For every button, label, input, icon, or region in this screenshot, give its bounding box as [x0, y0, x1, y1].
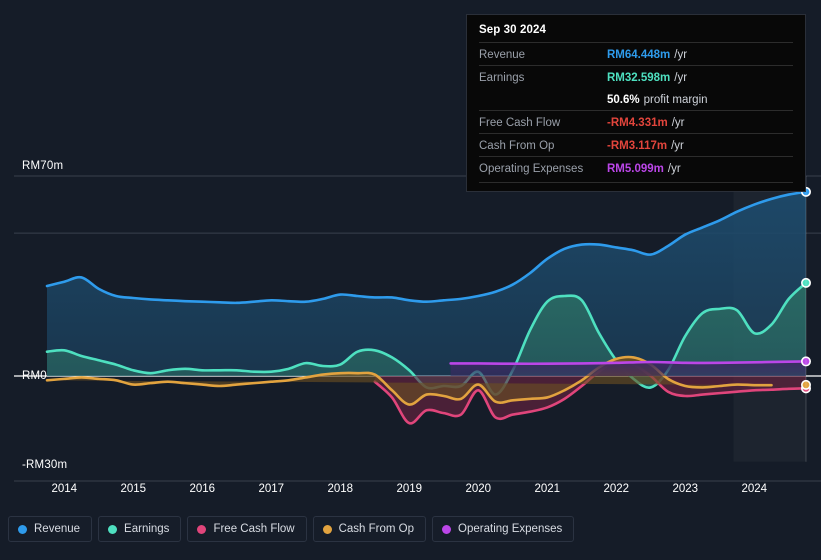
y-axis-label-zero: RM0 — [22, 370, 47, 382]
legend-item-label: Cash From Op — [338, 523, 415, 535]
tooltip-date: Sep 30 2024 — [479, 24, 546, 36]
legend-item-free-cash-flow[interactable]: Free Cash Flow — [187, 516, 307, 542]
x-axis-tick-2015: 2015 — [120, 483, 147, 495]
tooltip-row-value-group: RM32.598m/yr — [607, 68, 687, 86]
x-axis-tick-2023: 2023 — [672, 483, 699, 495]
tooltip-row-value: RM32.598m — [607, 72, 671, 84]
tooltip-rows: Revenue RM64.448m/yr Earnings RM32.598m/yr 5… — [479, 42, 793, 179]
x-axis-tick-2019: 2019 — [396, 483, 423, 495]
x-axis-tick-2022: 2022 — [603, 483, 630, 495]
tooltip-row-value-group: 50.6% profit margin — [607, 90, 708, 108]
legend-color-dot-icon — [322, 524, 332, 534]
tooltip-row-value: RM64.448m — [607, 49, 671, 61]
tooltip-row: Earnings RM32.598m/yr — [479, 65, 793, 88]
tooltip-row-unit: /yr — [674, 72, 688, 84]
tooltip-row-label: Revenue — [479, 49, 526, 61]
x-axis: 2014 2015 2016 2017 2018 2019 2020 2021 2022 2023… — [0, 483, 821, 503]
legend-item-label: Free Cash Flow — [213, 523, 295, 535]
y-axis-label-top: RM70m — [22, 160, 64, 172]
legend-item-label: Revenue — [34, 523, 81, 535]
tooltip-row: Operating Expenses RM5.099m/yr — [479, 156, 793, 179]
financial-chart-page: RM70m RM0 -RM30m 2014 2015 2016 2017 2018 201… — [0, 0, 821, 560]
tooltip-row: Cash From Op -RM3.117m/yr — [479, 133, 793, 156]
legend-color-dot-icon — [197, 524, 207, 534]
tooltip-row-value: RM5.099m — [607, 163, 664, 175]
tooltip-footer-rule — [479, 182, 793, 183]
x-axis-tick-2014: 2014 — [51, 483, 78, 495]
legend-item-operating-expenses[interactable]: Operating Expenses — [432, 516, 575, 542]
x-axis-tick-2018: 2018 — [327, 483, 354, 495]
tooltip-row: Revenue RM64.448m/yr — [479, 42, 793, 65]
legend-item-earnings[interactable]: Earnings — [98, 516, 182, 542]
legend-color-dot-icon — [108, 524, 118, 534]
tooltip-row-label: Earnings — [479, 72, 525, 84]
legend-item-cash-from-op[interactable]: Cash From Op — [312, 516, 427, 542]
tooltip-row-label: Cash From Op — [479, 140, 555, 152]
chart-legend: Revenue Earnings Free Cash Flow Cash From O… — [8, 516, 575, 542]
tooltip-row-value: 50.6% — [607, 94, 640, 106]
tooltip-row-value: -RM4.331m — [607, 117, 668, 129]
tooltip-row-unit: /yr — [674, 49, 688, 61]
x-axis-tick-2020: 2020 — [465, 483, 492, 495]
tooltip-row-value: -RM3.117m — [607, 140, 668, 152]
x-axis-tick-2016: 2016 — [189, 483, 216, 495]
tooltip-row-value-group: -RM4.331m/yr — [607, 113, 685, 131]
tooltip-row-label: Free Cash Flow — [479, 117, 561, 129]
legend-item-label: Earnings — [124, 523, 170, 535]
x-axis-tick-2017: 2017 — [258, 483, 285, 495]
tooltip-row-label: Operating Expenses — [479, 163, 584, 175]
tooltip-row: Free Cash Flow -RM4.331m/yr — [479, 110, 793, 133]
legend-item-label: Operating Expenses — [458, 523, 563, 535]
tooltip-row-unit: /yr — [671, 140, 684, 152]
tooltip-row-value-group: RM64.448m/yr — [607, 45, 687, 63]
x-axis-tick-2021: 2021 — [534, 483, 561, 495]
tooltip-row-unit: /yr — [667, 163, 681, 175]
tooltip-row-value-group: -RM3.117m/yr — [607, 136, 684, 154]
tooltip-row-unit: /yr — [671, 117, 685, 129]
chart-tooltip: Sep 30 2024 Revenue RM64.448m/yr Earnings R… — [466, 14, 806, 192]
x-axis-tick-2024: 2024 — [741, 483, 768, 495]
tooltip-row: 50.6% profit margin — [479, 88, 793, 110]
tooltip-row-unit: profit margin — [643, 94, 708, 106]
legend-color-dot-icon — [18, 524, 27, 534]
y-axis-label-bottom: -RM30m — [22, 459, 68, 471]
legend-item-revenue[interactable]: Revenue — [8, 516, 93, 542]
legend-color-dot-icon — [442, 524, 452, 534]
tooltip-row-value-group: RM5.099m/yr — [607, 159, 681, 177]
